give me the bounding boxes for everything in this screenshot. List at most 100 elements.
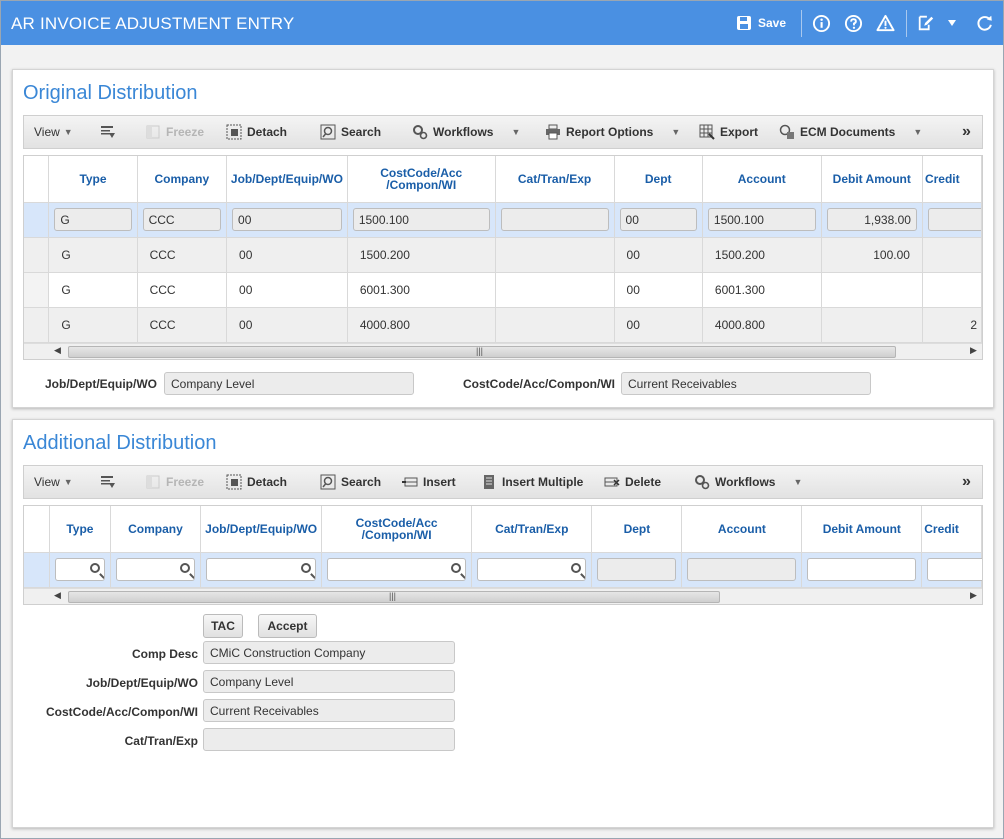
more-options-button[interactable] — [947, 11, 957, 35]
export-button[interactable]: Export — [699, 116, 758, 148]
costcode-field: Current Receivables — [621, 372, 871, 395]
horizontal-scrollbar[interactable]: ◀ ||| ▶ — [24, 343, 982, 359]
table-row[interactable]: G CCC 00 1500.100 00 1500.100 1,938.00 — [24, 202, 982, 238]
workflows-menu[interactable]: Workflows ▼ — [694, 466, 802, 498]
edit-icon — [918, 15, 934, 31]
save-button[interactable]: Save — [736, 11, 786, 35]
job-input[interactable]: 00 — [232, 208, 342, 231]
column-header[interactable]: Debit Amount — [801, 506, 923, 553]
delete-button[interactable]: Delete — [604, 466, 661, 498]
search-icon[interactable] — [301, 563, 312, 573]
scrollbar-thumb[interactable]: ||| — [68, 346, 896, 358]
cat-input[interactable] — [500, 208, 609, 231]
view-label: View — [34, 125, 60, 139]
credit-input[interactable] — [927, 558, 982, 581]
table-cell: 00 — [226, 272, 348, 308]
table-row[interactable]: G CCC 00 1500.200 00 1500.200 100.00 — [24, 237, 982, 273]
view-menu[interactable]: View ▼ — [34, 116, 73, 148]
search-icon[interactable] — [89, 563, 100, 573]
scrollbar-thumb[interactable]: ||| — [68, 591, 720, 603]
column-header[interactable]: CostCode/Acc /Compon/WI — [347, 156, 496, 203]
tac-button[interactable]: TAC — [203, 614, 243, 638]
column-header[interactable]: Debit Amount — [821, 156, 923, 203]
job-lov-input[interactable] — [206, 558, 317, 581]
column-header[interactable]: Account — [702, 156, 822, 203]
debit-amount-input[interactable] — [807, 558, 917, 581]
refresh-button[interactable] — [976, 11, 994, 35]
warning-button[interactable] — [876, 11, 895, 35]
search-icon[interactable] — [451, 563, 462, 573]
column-header[interactable]: Company — [110, 506, 202, 553]
freeze-button[interactable]: Freeze — [145, 466, 204, 498]
type-lov-input[interactable] — [55, 558, 105, 581]
column-header[interactable]: Cat/Tran/Exp — [495, 156, 615, 203]
row-selector[interactable] — [24, 237, 50, 273]
cat-lov-input[interactable] — [477, 558, 587, 581]
table-row[interactable]: G CCC 00 4000.800 00 4000.800 2 — [24, 307, 982, 343]
table-cell: 00 — [226, 307, 348, 343]
format-button[interactable] — [100, 116, 121, 148]
report-options-label: Report Options — [566, 125, 654, 139]
freeze-button[interactable]: Freeze — [145, 116, 204, 148]
info-button[interactable] — [812, 11, 831, 35]
search-button[interactable]: Search — [320, 466, 381, 498]
edit-button[interactable] — [917, 11, 935, 35]
scroll-left-icon[interactable]: ◀ — [54, 590, 61, 601]
search-icon[interactable] — [571, 563, 582, 573]
report-options-menu[interactable]: Report Options ▼ — [545, 116, 680, 148]
original-toolbar: View▼ Freeze Detach Search Workflows▼ — [23, 115, 983, 149]
table-row[interactable]: G CCC 00 6001.300 00 6001.300 — [24, 272, 982, 308]
column-header[interactable]: Cat/Tran/Exp — [471, 506, 593, 553]
type-input[interactable]: G — [54, 208, 132, 231]
more-tools-button[interactable]: » — [962, 466, 971, 498]
column-header[interactable]: Credit — [922, 156, 982, 203]
freeze-label: Freeze — [166, 475, 205, 489]
search-button[interactable]: Search — [320, 116, 381, 148]
horizontal-scrollbar[interactable]: ◀ ||| ▶ — [24, 588, 982, 604]
column-header[interactable]: CostCode/Acc /Compon/WI — [321, 506, 473, 553]
workflows-menu[interactable]: Workflows ▼ — [412, 116, 520, 148]
insert-button[interactable]: Insert — [402, 466, 456, 498]
accept-button[interactable]: Accept — [258, 614, 317, 638]
column-header[interactable]: Job/Dept/Equip/WO — [226, 156, 348, 203]
scroll-right-icon[interactable]: ▶ — [970, 345, 977, 356]
column-header[interactable]: Type — [49, 506, 111, 553]
costcode-lov-input[interactable] — [327, 558, 467, 581]
help-button[interactable] — [844, 11, 863, 35]
company-lov-input[interactable] — [115, 558, 196, 581]
company-input[interactable]: CCC — [142, 208, 222, 231]
ecm-documents-menu[interactable]: ECM Documents ▼ — [779, 116, 922, 148]
format-button[interactable] — [100, 466, 121, 498]
table-cell: CCC — [137, 272, 228, 308]
printer-icon — [546, 124, 560, 140]
detach-button[interactable]: Detach — [226, 466, 287, 498]
costcode-input[interactable]: 1500.100 — [352, 208, 490, 231]
dept-input[interactable]: 00 — [619, 208, 697, 231]
row-selector[interactable] — [24, 272, 50, 308]
view-menu[interactable]: View ▼ — [34, 466, 73, 498]
scroll-left-icon[interactable]: ◀ — [54, 345, 61, 356]
double-chevron-right-icon: » — [962, 473, 971, 490]
column-header[interactable]: Job/Dept/Equip/WO — [200, 506, 323, 553]
column-header[interactable]: Type — [48, 156, 138, 203]
account-input[interactable]: 1500.100 — [707, 208, 816, 231]
row-selector[interactable] — [24, 307, 50, 343]
table-cell: CCC — [137, 307, 228, 343]
new-entry-row[interactable] — [24, 552, 982, 588]
comp-desc-label: Comp Desc — [131, 647, 198, 661]
column-header[interactable]: Credit — [921, 506, 982, 553]
row-selector[interactable] — [24, 552, 51, 588]
insert-multiple-button[interactable]: Insert Multiple — [481, 466, 583, 498]
freeze-icon — [146, 475, 160, 489]
credit-input[interactable] — [927, 208, 982, 231]
column-header[interactable]: Dept — [591, 506, 683, 553]
debit-amount-input[interactable]: 1,938.00 — [826, 208, 917, 231]
column-header[interactable]: Dept — [614, 156, 703, 203]
row-selector[interactable] — [24, 202, 50, 238]
search-icon[interactable] — [180, 563, 191, 573]
more-tools-button[interactable]: » — [962, 116, 971, 148]
detach-button[interactable]: Detach — [226, 116, 287, 148]
column-header[interactable]: Company — [137, 156, 228, 203]
column-header[interactable]: Account — [681, 506, 803, 553]
scroll-right-icon[interactable]: ▶ — [970, 590, 977, 601]
